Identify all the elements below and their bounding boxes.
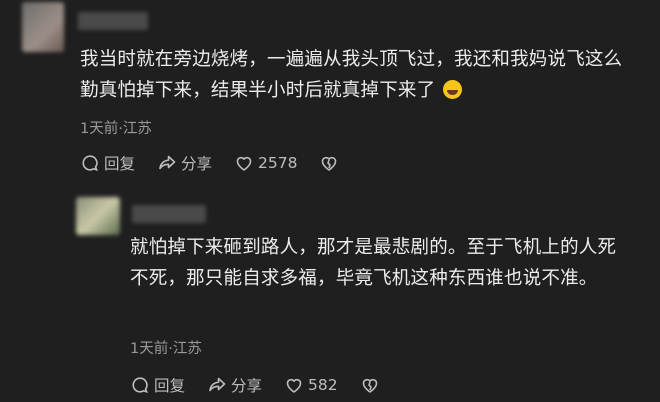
- username[interactable]: [78, 12, 148, 30]
- reply-label: 回复: [104, 155, 136, 173]
- comment-actions: 回复 分享 582: [130, 374, 384, 396]
- comment-thread: 我当时就在旁边烧烤，一遍遍从我头顶飞过，我还和我妈说飞这么勤真怕掉下来，结果半小…: [0, 0, 660, 402]
- reply-button[interactable]: 回复: [80, 152, 135, 174]
- share-icon: [209, 377, 226, 392]
- laughing-tears-emoji-icon: [443, 80, 463, 99]
- heart-icon: [236, 156, 252, 171]
- share-button[interactable]: 分享: [157, 152, 212, 174]
- avatar[interactable]: [22, 2, 64, 52]
- comment-text: 我当时就在旁边烧烤，一遍遍从我头顶飞过，我还和我妈说飞这么勤真怕掉下来，结果半小…: [80, 44, 640, 106]
- reply-icon: [82, 155, 98, 172]
- reply-label: 回复: [154, 377, 186, 395]
- broken-heart-icon: [362, 378, 377, 393]
- like-button[interactable]: 2578: [234, 153, 297, 173]
- username[interactable]: [132, 205, 206, 223]
- comment-text: 就怕掉下来砸到路人，那才是最悲剧的。至于飞机上的人死不死，那只能自求多福，毕竟飞…: [130, 232, 630, 294]
- share-label: 分享: [231, 377, 263, 395]
- broken-heart-icon: [322, 156, 337, 171]
- comment-body: 我当时就在旁边烧烤，一遍遍从我头顶飞过，我还和我妈说飞这么勤真怕掉下来，结果半小…: [80, 49, 623, 101]
- avatar[interactable]: [76, 197, 120, 235]
- share-button[interactable]: 分享: [207, 374, 262, 396]
- comment-actions: 回复 分享 2578: [80, 152, 343, 174]
- reply-icon: [132, 377, 148, 394]
- share-label: 分享: [181, 155, 213, 173]
- comment-meta: 1天前·江苏: [80, 121, 152, 137]
- dislike-button[interactable]: [319, 153, 343, 173]
- like-count: 582: [308, 376, 338, 394]
- reply-button[interactable]: 回复: [130, 374, 185, 396]
- heart-icon: [286, 378, 302, 393]
- like-button[interactable]: 582: [284, 375, 338, 395]
- share-icon: [159, 155, 176, 170]
- dislike-button[interactable]: [360, 375, 384, 395]
- comment-body: 就怕掉下来砸到路人，那才是最悲剧的。至于飞机上的人死不死，那只能自求多福，毕竟飞…: [130, 237, 617, 289]
- comment-meta: 1天前·江苏: [130, 341, 202, 357]
- like-count: 2578: [258, 154, 298, 172]
